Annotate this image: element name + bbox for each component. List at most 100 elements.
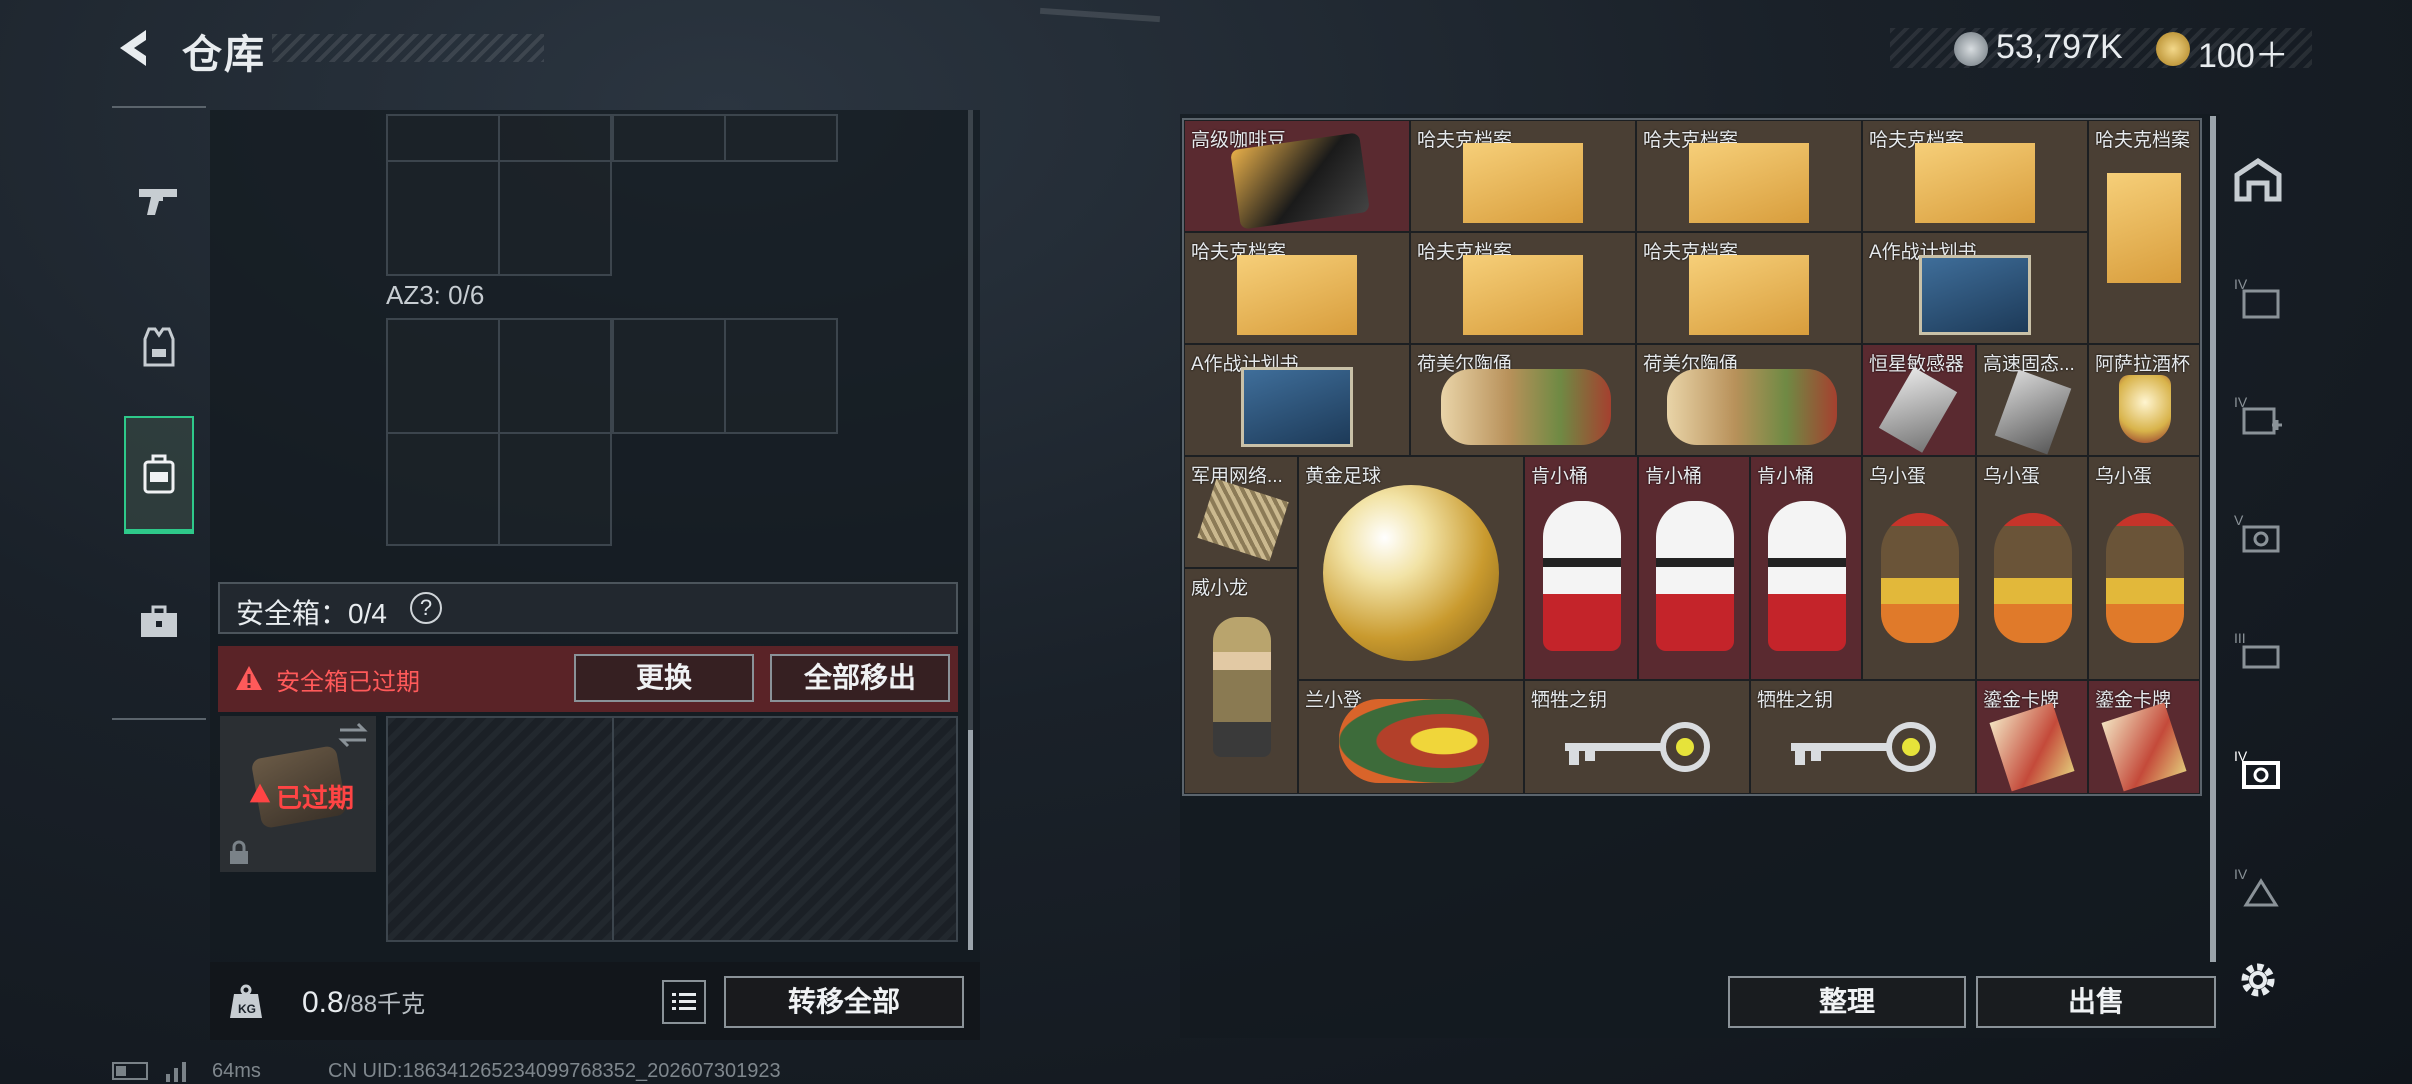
nav-weapons[interactable] [124,142,194,260]
container-slot[interactable] [612,114,726,162]
plan-book-image [1919,255,2031,335]
file-folder-image [2107,173,2181,283]
warning-icon [249,783,271,803]
item-haafk-file[interactable]: 哈夫克档案 [1184,232,1410,344]
replace-button[interactable]: 更换 [574,654,754,702]
key-image [1565,722,1710,772]
sort-button[interactable]: 整理 [1728,976,1966,1028]
az3-capacity-label: AZ3: 0/6 [386,280,485,310]
sensor-image [1878,367,1958,453]
item-haafk-file[interactable]: 哈夫克档案 [1636,120,1862,232]
svg-text:IV: IV [2234,866,2248,882]
egg-figure-image [1994,513,2072,643]
page-title: 仓库 [182,33,266,77]
cup-image [2119,375,2171,443]
list-view-button[interactable] [662,980,706,1024]
file-folder-image [1463,143,1583,223]
container-slot[interactable] [386,114,500,162]
golden-ball-image [1323,485,1499,661]
egg-figure-image [1881,513,1959,643]
item-ssd[interactable]: 高速固态... [1976,344,2088,456]
item-wei-dragon[interactable]: 威小龙 [1184,568,1298,794]
coffee-bag-image [1230,132,1370,230]
item-wu-egg[interactable]: 乌小蛋 [2088,456,2200,680]
stash-tab-4a[interactable]: IV [2230,270,2286,326]
item-label: 乌小蛋 [1869,466,1927,487]
nav-armor[interactable] [124,288,194,406]
back-arrow-icon[interactable] [112,26,156,70]
stash-tab-3[interactable]: III [2230,624,2286,680]
item-premium-coffee-beans[interactable]: 高级咖啡豆 [1184,120,1410,232]
item-operation-plan-a[interactable]: A作战计划书 [1862,232,2088,344]
stash-level-icon: IV [2234,394,2282,435]
right-scrollbar[interactable] [2210,116,2216,962]
file-folder-image [1915,143,2035,223]
toolbox-icon [141,605,177,637]
stash-tab-5[interactable]: V [2230,506,2286,562]
item-wu-egg[interactable]: 乌小蛋 [1862,456,1976,680]
stash-tab-4c-active[interactable]: IV [2230,742,2286,798]
item-operation-plan-a[interactable]: A作战计划书 [1184,344,1410,456]
settings-button[interactable] [2230,952,2286,1008]
az3-slot[interactable] [724,318,838,434]
file-folder-image [1689,255,1809,335]
background-light-streak [1039,7,1161,23]
stash-tab-4d[interactable]: IV [2230,860,2286,916]
stash-tab-home[interactable] [2230,152,2286,208]
gold-coin-icon [2156,32,2190,66]
transfer-all-button[interactable]: 转移全部 [724,976,964,1028]
stash-level-icon: III [2234,630,2280,669]
az3-slot[interactable] [498,318,612,434]
stash-page-nav: IV IV V III IV IV [2218,116,2298,1036]
item-label: 乌小蛋 [1983,466,2041,487]
item-haafk-file[interactable]: 哈夫克档案 [2088,120,2200,344]
nav-toolbox[interactable] [124,562,194,680]
az3-slot[interactable] [386,432,500,546]
item-military-network[interactable]: 军用网络... [1184,456,1298,568]
az3-slot[interactable] [612,318,726,434]
move-all-out-button[interactable]: 全部移出 [770,654,950,702]
item-hormel-figurine[interactable]: 荷美尔陶俑 [1636,344,1862,456]
item-sacrifice-key[interactable]: 牺牲之钥 [1524,680,1750,794]
container-slot[interactable] [724,114,838,162]
container-slot[interactable] [386,160,500,276]
item-label: 军用网络... [1191,466,1283,487]
safe-box-expired-text: 安全箱已过期 [276,669,420,696]
item-ken-bucket[interactable]: 肯小桶 [1638,456,1750,680]
nav-backpack[interactable] [124,416,194,534]
help-icon[interactable]: ? [410,592,442,624]
item-label: 乌小蛋 [2095,466,2153,487]
item-haafk-file[interactable]: 哈夫克档案 [1862,120,2088,232]
gilded-card-image [2101,702,2187,792]
container-slot[interactable] [498,160,612,276]
item-asara-cup[interactable]: 阿萨拉酒杯 [2088,344,2200,456]
file-folder-image [1237,255,1357,335]
az3-slot[interactable] [386,318,500,434]
item-wu-egg[interactable]: 乌小蛋 [1976,456,2088,680]
warehouse-icon [2234,157,2282,202]
item-ken-bucket[interactable]: 肯小桶 [1524,456,1638,680]
plan-book-image [1241,367,1353,447]
item-lan-deng[interactable]: 兰小登 [1298,680,1524,794]
item-star-sensor[interactable]: 恒星敏感器 [1862,344,1976,456]
item-hormel-figurine[interactable]: 荷美尔陶俑 [1410,344,1636,456]
item-haafk-file[interactable]: 哈夫克档案 [1410,232,1636,344]
safe-box-grid-locked [386,716,958,942]
stash-tab-4b[interactable]: IV [2230,388,2286,444]
item-gilded-card[interactable]: 鎏金卡牌 [2088,680,2200,794]
left-scrollbar-thumb[interactable] [968,730,973,950]
az3-slot[interactable] [498,432,612,546]
sell-button[interactable]: 出售 [1976,976,2216,1028]
item-sacrifice-key[interactable]: 牺牲之钥 [1750,680,1976,794]
stash-level-icon: IV [2234,866,2279,907]
ping-readout: 64ms [212,1060,261,1082]
item-ken-bucket[interactable]: 肯小桶 [1750,456,1862,680]
item-label: 肯小桶 [1645,466,1703,487]
weight-limit: /88千克 [343,991,426,1018]
item-golden-football[interactable]: 黄金足球 [1298,456,1524,680]
swap-icon[interactable] [338,722,368,748]
item-haafk-file[interactable]: 哈夫克档案 [1636,232,1862,344]
item-gilded-card[interactable]: 鎏金卡牌 [1976,680,2088,794]
container-slot[interactable] [498,114,612,162]
item-haafk-file[interactable]: 哈夫克档案 [1410,120,1636,232]
